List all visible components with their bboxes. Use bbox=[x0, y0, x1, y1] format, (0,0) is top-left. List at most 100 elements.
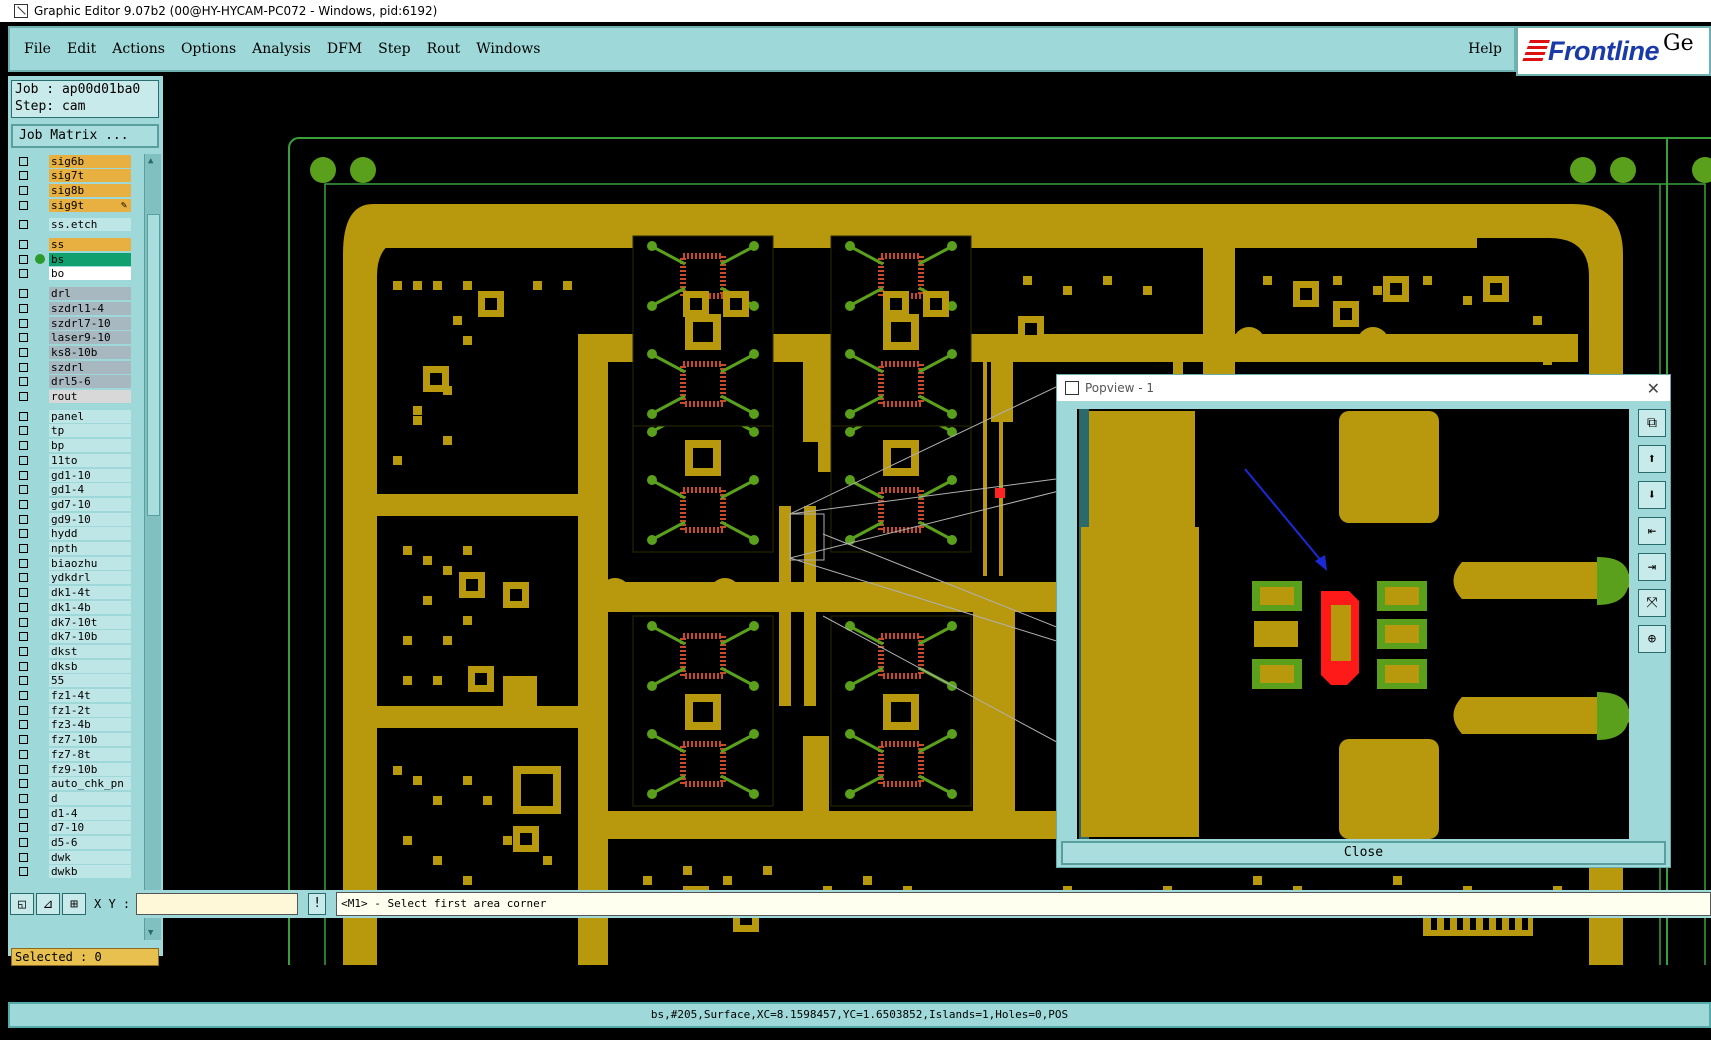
popview-close-button[interactable]: Close bbox=[1061, 841, 1666, 865]
layer-name[interactable]: 11to bbox=[49, 453, 131, 467]
grid-icon[interactable]: ⊞ bbox=[62, 893, 86, 915]
layer-name[interactable]: dk1-4t bbox=[49, 586, 131, 600]
layer-row[interactable]: dwkb bbox=[11, 865, 139, 879]
menu-dfm[interactable]: DFM bbox=[327, 41, 362, 57]
layer-scrollbar[interactable]: ▲ ▼ bbox=[144, 154, 161, 940]
layer-name[interactable]: bp bbox=[49, 439, 131, 453]
layer-name[interactable]: ss bbox=[49, 238, 131, 251]
layer-row[interactable]: fz3-4b bbox=[11, 718, 139, 732]
layer-row[interactable]: fz7-8t bbox=[11, 747, 139, 761]
layer-row[interactable]: fz1-2t bbox=[11, 703, 139, 717]
layer-name[interactable]: bo bbox=[49, 267, 131, 281]
layer-name[interactable]: gd1-4 bbox=[49, 483, 131, 497]
pan-right-icon[interactable]: ⇥ bbox=[1638, 553, 1666, 581]
menu-windows[interactable]: Windows bbox=[476, 41, 540, 57]
layer-checkbox[interactable] bbox=[19, 254, 28, 264]
layer-checkbox[interactable] bbox=[19, 661, 28, 671]
layer-name[interactable]: sig8b bbox=[49, 183, 131, 197]
scroll-up-icon[interactable]: ▲ bbox=[148, 156, 153, 166]
layer-name[interactable]: dkst bbox=[49, 644, 131, 658]
layer-row[interactable]: sig7t bbox=[11, 169, 139, 183]
layer-row[interactable]: sig8b bbox=[11, 183, 139, 197]
zoom-home-icon[interactable]: ⧉ bbox=[1638, 409, 1666, 437]
close-icon[interactable]: ✕ bbox=[1647, 379, 1660, 398]
layer-row[interactable]: d bbox=[11, 791, 139, 805]
layer-row[interactable]: laser9-10 bbox=[11, 331, 139, 345]
layer-name[interactable]: ydkdrl bbox=[49, 571, 131, 585]
layer-checkbox[interactable] bbox=[19, 617, 28, 627]
layer-checkbox[interactable] bbox=[19, 588, 28, 598]
layer-row[interactable]: dkst bbox=[11, 644, 139, 658]
layer-checkbox[interactable] bbox=[19, 303, 28, 313]
layer-row[interactable]: d7-10 bbox=[11, 821, 139, 835]
layer-checkbox[interactable] bbox=[19, 764, 28, 774]
menu-rout[interactable]: Rout bbox=[427, 41, 461, 57]
layer-checkbox[interactable] bbox=[19, 573, 28, 583]
fit-icon[interactable]: ⤧ bbox=[1638, 589, 1666, 617]
layer-name[interactable]: drl5-6 bbox=[49, 375, 131, 389]
layer-checkbox[interactable] bbox=[19, 362, 28, 372]
layer-name[interactable]: fz7-10b bbox=[49, 733, 131, 747]
scroll-thumb[interactable] bbox=[147, 214, 160, 516]
layer-checkbox[interactable] bbox=[19, 867, 28, 877]
layer-name[interactable]: szdrl bbox=[49, 360, 131, 374]
layer-name[interactable]: ks8-10b bbox=[49, 345, 131, 359]
layer-checkbox[interactable] bbox=[19, 171, 28, 181]
layer-name[interactable]: bs bbox=[49, 252, 131, 266]
layer-name[interactable]: d7-10 bbox=[49, 821, 131, 835]
layer-row[interactable]: tp bbox=[11, 424, 139, 438]
layer-checkbox[interactable] bbox=[19, 646, 28, 656]
layer-checkbox[interactable] bbox=[19, 632, 28, 642]
layer-checkbox[interactable] bbox=[19, 705, 28, 715]
layer-checkbox[interactable] bbox=[19, 602, 28, 612]
layer-checkbox[interactable] bbox=[19, 558, 28, 568]
menu-help[interactable]: Help bbox=[1468, 41, 1502, 57]
menu-edit[interactable]: Edit bbox=[67, 41, 96, 57]
layer-name[interactable]: gd7-10 bbox=[49, 497, 131, 511]
layer-row[interactable]: npth bbox=[11, 542, 139, 556]
layer-checkbox[interactable] bbox=[19, 426, 28, 436]
layer-row[interactable]: drl5-6 bbox=[11, 375, 139, 389]
zoom-in-icon[interactable]: ⬆ bbox=[1638, 445, 1666, 473]
layer-row[interactable]: ss.etch bbox=[11, 218, 139, 232]
layer-row[interactable]: dk1-4t bbox=[11, 586, 139, 600]
layer-row[interactable]: dk7-10t bbox=[11, 615, 139, 629]
layer-name[interactable]: fz9-10b bbox=[49, 762, 131, 776]
layer-row[interactable]: szdrl7-10 bbox=[11, 316, 139, 330]
layer-checkbox[interactable] bbox=[19, 470, 28, 480]
layer-checkbox[interactable] bbox=[19, 411, 28, 421]
layer-row[interactable]: dksb bbox=[11, 659, 139, 673]
layer-name[interactable]: ss.etch bbox=[49, 218, 131, 232]
zoom-area-icon[interactable]: ◱ bbox=[10, 893, 34, 915]
layer-name[interactable]: biaozhu bbox=[49, 556, 131, 570]
layer-checkbox[interactable] bbox=[19, 269, 28, 279]
layer-row[interactable]: biaozhu bbox=[11, 556, 139, 570]
layer-row[interactable]: gd1-10 bbox=[11, 468, 139, 482]
layer-row[interactable]: 55 bbox=[11, 674, 139, 688]
layer-row[interactable]: hydd bbox=[11, 527, 139, 541]
layer-row[interactable]: dk1-4b bbox=[11, 600, 139, 614]
layer-checkbox[interactable] bbox=[19, 455, 28, 465]
layer-name[interactable]: drl bbox=[49, 287, 131, 301]
layer-checkbox[interactable] bbox=[19, 676, 28, 686]
layer-row[interactable]: dk7-10b bbox=[11, 630, 139, 644]
layer-checkbox[interactable] bbox=[19, 529, 28, 539]
layer-name[interactable]: 55 bbox=[49, 674, 131, 688]
layer-name[interactable]: rout bbox=[49, 390, 131, 403]
layer-checkbox[interactable] bbox=[19, 485, 28, 495]
layer-name[interactable]: fz3-4b bbox=[49, 718, 131, 732]
layer-name[interactable]: fz1-2t bbox=[49, 703, 131, 717]
layer-name[interactable]: d5-6 bbox=[49, 836, 131, 849]
layer-row[interactable]: bp bbox=[11, 439, 139, 453]
layer-row[interactable]: szdrl bbox=[11, 360, 139, 374]
layer-name[interactable]: dk7-10t bbox=[49, 615, 131, 629]
layer-name[interactable]: sig6b bbox=[49, 154, 131, 168]
menu-step[interactable]: Step bbox=[378, 41, 410, 57]
layer-checkbox[interactable] bbox=[19, 347, 28, 357]
scroll-down-icon[interactable]: ▼ bbox=[148, 928, 153, 938]
layer-name[interactable]: auto_chk_pn bbox=[49, 777, 131, 791]
layer-row[interactable]: dwk bbox=[11, 850, 139, 864]
menu-actions[interactable]: Actions bbox=[112, 41, 165, 57]
layer-name[interactable]: fz7-8t bbox=[49, 747, 131, 761]
layer-row[interactable]: bs bbox=[11, 252, 139, 266]
